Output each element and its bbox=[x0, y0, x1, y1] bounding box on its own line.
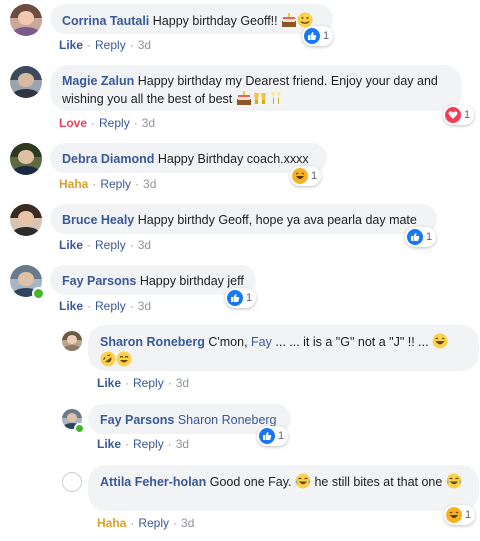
comment-bubble: Corrina Tautali Happy birthday Geoff!! bbox=[50, 4, 333, 34]
reply-link[interactable]: Reply bbox=[99, 116, 130, 130]
tears-of-joy-emoji bbox=[446, 473, 462, 489]
avatar[interactable] bbox=[10, 204, 42, 236]
commenter-name[interactable]: Fay Parsons bbox=[62, 274, 136, 288]
timestamp[interactable]: 3d bbox=[138, 238, 151, 252]
reaction-count: 1 bbox=[311, 170, 318, 182]
love-icon bbox=[445, 107, 461, 123]
avatar[interactable] bbox=[62, 472, 82, 492]
comment-text: Happy birthday jeff bbox=[139, 274, 244, 288]
timestamp[interactable]: 3d bbox=[138, 38, 151, 52]
laughing-emoji bbox=[432, 333, 448, 349]
commenter-name[interactable]: Attila Feher-holan bbox=[100, 475, 206, 489]
reaction-count: 1 bbox=[278, 430, 285, 442]
like-link[interactable]: Like bbox=[59, 238, 83, 252]
haha-icon bbox=[292, 168, 308, 184]
comment-text: Happy birthday Geoff!! bbox=[152, 14, 278, 28]
timestamp[interactable]: 3d bbox=[142, 116, 155, 130]
haha-icon bbox=[446, 507, 462, 523]
tears-of-joy-emoji bbox=[295, 473, 311, 489]
comment-bubble: Magie Zalun Happy birthday my Dearest fr… bbox=[50, 65, 462, 111]
reaction-count: 1 bbox=[246, 292, 253, 304]
timestamp[interactable]: 3d bbox=[176, 376, 189, 390]
like-icon bbox=[407, 229, 423, 245]
comment-bubble: Fay Parsons Happy birthday jeff bbox=[50, 265, 256, 295]
timestamp[interactable]: 3d bbox=[143, 177, 156, 191]
reaction-count-haha[interactable]: 1 bbox=[290, 166, 322, 186]
comment-text: Happy birthdy Geoff, hope ya ava pearla … bbox=[137, 213, 417, 227]
like-icon bbox=[259, 428, 275, 444]
comment-actions: Love · Reply · 3d bbox=[59, 116, 156, 130]
mention-tag[interactable]: Fay bbox=[251, 335, 272, 349]
like-link[interactable]: Like bbox=[59, 299, 83, 313]
cake-emoji bbox=[236, 91, 251, 105]
like-icon bbox=[304, 28, 320, 44]
comment-actions: Like · Reply · 3d bbox=[59, 38, 152, 52]
like-link[interactable]: Like bbox=[59, 38, 83, 52]
like-link[interactable]: Like bbox=[97, 376, 121, 390]
smile-emoji bbox=[116, 351, 132, 367]
reply-text: Good one Fay. bbox=[209, 475, 292, 489]
reply-bubble: Sharon Roneberg C'mon, Fay ... ... it is… bbox=[88, 325, 479, 371]
haha-link[interactable]: Haha bbox=[97, 516, 126, 530]
commenter-name[interactable]: Fay Parsons bbox=[100, 413, 174, 427]
reaction-count: 1 bbox=[426, 231, 433, 243]
online-status-indicator bbox=[74, 423, 85, 434]
reaction-count: 1 bbox=[464, 109, 471, 121]
comment-bubble: Debra Diamond Happy Birthday coach.xxxx bbox=[50, 143, 327, 173]
avatar[interactable] bbox=[62, 331, 82, 351]
avatar[interactable] bbox=[10, 66, 42, 98]
reply-link[interactable]: Reply bbox=[100, 177, 131, 191]
haha-link[interactable]: Haha bbox=[59, 177, 88, 191]
reply-link[interactable]: Reply bbox=[95, 38, 126, 52]
reaction-count: 1 bbox=[323, 30, 330, 42]
mention-tag[interactable]: Sharon Roneberg bbox=[178, 413, 277, 427]
like-icon bbox=[227, 290, 243, 306]
reply-actions: Like · Reply · 3d bbox=[97, 376, 190, 390]
commenter-name[interactable]: Debra Diamond bbox=[62, 152, 154, 166]
reply-actions: Like · Reply · 3d bbox=[97, 437, 190, 451]
cheers-emoji bbox=[270, 92, 281, 104]
rofl-emoji bbox=[100, 351, 116, 367]
like-link[interactable]: Like bbox=[97, 437, 121, 451]
comment-actions: Like · Reply · 3d bbox=[59, 238, 152, 252]
commenter-name[interactable]: Corrina Tautali bbox=[62, 14, 149, 28]
comment-text: Happy Birthday coach.xxxx bbox=[157, 152, 309, 166]
timestamp[interactable]: 3d bbox=[181, 516, 194, 530]
reply-text-prefix: C'mon, bbox=[208, 335, 248, 349]
reaction-count-like[interactable]: 1 bbox=[405, 227, 437, 247]
commenter-name[interactable]: Magie Zalun bbox=[62, 74, 134, 88]
avatar[interactable] bbox=[10, 143, 42, 175]
comment-actions: Haha · Reply · 3d bbox=[59, 177, 157, 191]
reply-text-continued: he still bites at that one bbox=[314, 475, 443, 489]
reply-actions: Haha · Reply · 3d bbox=[97, 516, 195, 530]
comment-actions: Like · Reply · 3d bbox=[59, 299, 152, 313]
online-status-indicator bbox=[32, 287, 45, 300]
reply-text: ... ... it is a "G" not a "J" !! ... bbox=[275, 335, 429, 349]
timestamp[interactable]: 3d bbox=[138, 299, 151, 313]
commenter-name[interactable]: Sharon Roneberg bbox=[100, 335, 205, 349]
reaction-count-love[interactable]: 1 bbox=[443, 105, 475, 125]
reply-link[interactable]: Reply bbox=[95, 238, 126, 252]
reply-bubble: Attila Feher-holan Good one Fay. he stil… bbox=[88, 465, 479, 511]
reaction-count-like[interactable]: 1 bbox=[257, 426, 289, 446]
reply-link[interactable]: Reply bbox=[133, 376, 164, 390]
timestamp[interactable]: 3d bbox=[176, 437, 189, 451]
avatar[interactable] bbox=[10, 4, 42, 36]
reply-link[interactable]: Reply bbox=[133, 437, 164, 451]
comment-bubble: Bruce Healy Happy birthdy Geoff, hope ya… bbox=[50, 204, 437, 234]
reply-link[interactable]: Reply bbox=[95, 299, 126, 313]
love-link[interactable]: Love bbox=[59, 116, 87, 130]
commenter-name[interactable]: Bruce Healy bbox=[62, 213, 134, 227]
cheers-emoji bbox=[253, 93, 266, 104]
reaction-count-like[interactable]: 1 bbox=[225, 288, 257, 308]
reaction-count-like[interactable]: 1 bbox=[302, 26, 334, 46]
reply-link[interactable]: Reply bbox=[138, 516, 169, 530]
cake-emoji bbox=[282, 13, 297, 27]
reaction-count: 1 bbox=[465, 509, 472, 521]
reaction-count-haha[interactable]: 1 bbox=[444, 505, 476, 525]
